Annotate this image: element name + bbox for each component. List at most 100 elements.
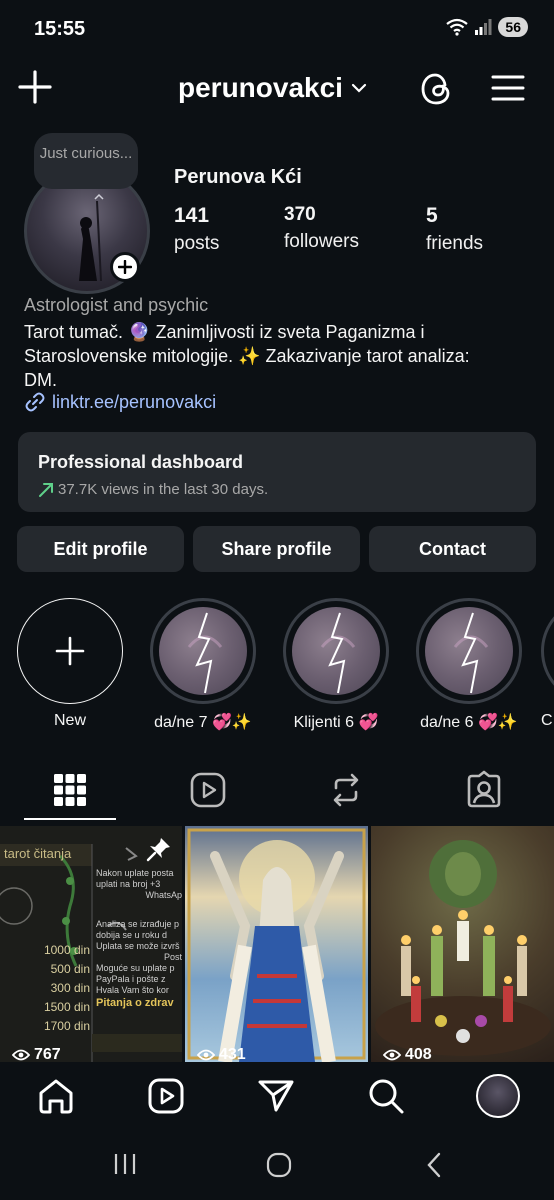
highlight-cover — [159, 607, 247, 695]
menu-hamburger-icon[interactable] — [490, 70, 526, 106]
reposts-icon[interactable] — [326, 770, 366, 810]
post-text-line: dobija se u roku d — [96, 930, 168, 940]
plus-icon — [118, 260, 132, 274]
post-views-count: 431 — [219, 1046, 246, 1062]
dashboard-title: Professional dashboard — [38, 452, 244, 472]
status-time: 15:55 — [34, 18, 86, 40]
profile-content-tabs — [0, 762, 554, 824]
note-text: Just curious... — [39, 145, 133, 162]
wifi-icon — [446, 18, 469, 36]
post-thumbnail[interactable]: tarot čitanja 1000 din 500 din 300 din 1… — [0, 826, 182, 1062]
create-plus-icon[interactable] — [16, 68, 54, 106]
post-text-line: 500 din — [50, 962, 90, 976]
system-navigation-bar — [0, 1134, 554, 1200]
edit-profile-button[interactable]: Edit profile — [17, 526, 184, 572]
stat-label: followers — [284, 231, 359, 252]
stat-value: 141 — [174, 204, 210, 227]
profile-category: Astrologist and psychic — [24, 295, 209, 315]
dashboard-views-text: 37.7K views in the last 30 days. — [58, 481, 269, 498]
highlight-ring — [150, 598, 256, 704]
account-switcher[interactable]: perunovakci — [178, 72, 367, 104]
eye-icon — [197, 1049, 215, 1061]
home-icon[interactable] — [36, 1076, 76, 1116]
post-text-line: 300 din — [50, 981, 90, 995]
add-story-badge[interactable] — [110, 252, 140, 282]
status-bar: 15:55 56 — [0, 0, 554, 60]
bio-link[interactable]: linktr.ee/perunovakci — [24, 391, 216, 413]
grid-posts-icon[interactable] — [50, 770, 90, 810]
signal-icon — [475, 19, 492, 35]
highlight-ring — [416, 598, 522, 704]
eye-icon — [12, 1049, 30, 1061]
stat-posts[interactable]: 141 posts — [174, 204, 219, 255]
profile-note-bubble[interactable]: Just curious... — [34, 133, 138, 189]
send-message-icon[interactable] — [256, 1076, 296, 1116]
post-text-line: 1000 din — [43, 943, 90, 957]
post-text-line: uplati na broj +3 — [96, 879, 161, 889]
active-tab-indicator — [24, 818, 116, 820]
dashboard-subtitle: 37.7K views in the last 30 days. — [38, 481, 516, 498]
post-thumbnail[interactable]: 431 — [185, 826, 368, 1062]
pinned-icon — [146, 838, 170, 862]
goddess-painting-image — [187, 828, 366, 1062]
bio-link-text: linktr.ee/perunovakci — [52, 391, 217, 412]
post-text-line: tarot čitanja — [4, 846, 72, 861]
stat-label: posts — [174, 233, 220, 254]
back-icon[interactable] — [424, 1152, 444, 1178]
stat-label: friends — [426, 233, 484, 254]
bottom-navigation — [0, 1062, 554, 1134]
post-text-line: Post — [163, 952, 182, 962]
post-text-line: 1700 din — [43, 1019, 90, 1033]
highlight-label: New — [53, 712, 86, 729]
stat-value: 5 — [426, 204, 438, 227]
post-text-line: Pitanja o zdrav — [96, 997, 174, 1009]
highlight-item[interactable]: da/ne 6 💞✨ — [415, 598, 523, 732]
profile-nav-avatar[interactable] — [476, 1074, 520, 1118]
home-button-icon[interactable] — [266, 1152, 292, 1178]
post-text-line: WhatsAp — [145, 890, 182, 900]
highlight-label: da/ne 6 💞✨ — [420, 714, 518, 731]
profile-bio: Tarot tumač. 🔮 Zanimljivosti iz sveta Pa… — [24, 320, 544, 392]
highlight-ring — [541, 598, 554, 704]
username-label: perunovakci — [178, 72, 343, 103]
professional-dashboard-card[interactable]: Professional dashboard 37.7K views in th… — [18, 432, 536, 512]
post-text-line: PayPala i pošte z — [96, 974, 166, 984]
reels-nav-icon[interactable] — [146, 1076, 186, 1116]
display-name: Perunova Kći — [174, 166, 302, 188]
plus-icon — [55, 636, 85, 666]
lightning-image-icon — [187, 612, 223, 694]
status-icons: 56 — [446, 17, 528, 37]
posts-grid: tarot čitanja 1000 din 500 din 300 din 1… — [0, 826, 554, 1062]
highlight-item[interactable]: Klijenti 6 💞 — [282, 598, 390, 732]
stat-friends[interactable]: 5 friends — [426, 204, 483, 255]
recent-apps-icon[interactable] — [112, 1152, 138, 1176]
tagged-icon[interactable] — [464, 770, 504, 810]
post-views: 408 — [383, 1046, 432, 1062]
bio-line: Staroslovenske mitologije. ✨ Zakazivanje… — [24, 346, 470, 366]
profile-header-bar: perunovakci — [0, 60, 554, 118]
reels-icon[interactable] — [188, 770, 228, 810]
post-views-count: 408 — [405, 1046, 432, 1062]
battery-indicator: 56 — [498, 17, 528, 37]
highlight-label: C — [541, 712, 553, 729]
threads-icon[interactable] — [418, 70, 456, 108]
lightning-image-icon — [453, 612, 489, 694]
highlight-label: Klijenti 6 💞 — [293, 714, 379, 731]
stat-followers[interactable]: 370 followers — [284, 204, 359, 253]
highlight-item-partial[interactable]: C — [541, 598, 554, 730]
post-text-line: Nakon uplate posta — [96, 868, 174, 878]
post-thumbnail[interactable]: 408 — [371, 826, 554, 1062]
contact-button[interactable]: Contact — [369, 526, 536, 572]
highlight-new-ring — [17, 598, 123, 704]
post-text-line: Moguće su uplate p — [96, 963, 175, 973]
lightning-image-icon — [320, 612, 356, 694]
share-profile-button[interactable]: Share profile — [193, 526, 360, 572]
stat-value: 370 — [284, 204, 316, 225]
bio-line: DM. — [24, 370, 57, 390]
eye-icon — [383, 1049, 401, 1061]
highlight-new[interactable]: New — [16, 598, 124, 730]
bio-line: Tarot tumač. 🔮 Zanimljivosti iz sveta Pa… — [24, 322, 425, 342]
highlight-item[interactable]: da/ne 7 💞✨ — [149, 598, 257, 732]
post-text-line: Hvala Vam što kor — [96, 985, 169, 995]
search-icon[interactable] — [366, 1076, 406, 1116]
